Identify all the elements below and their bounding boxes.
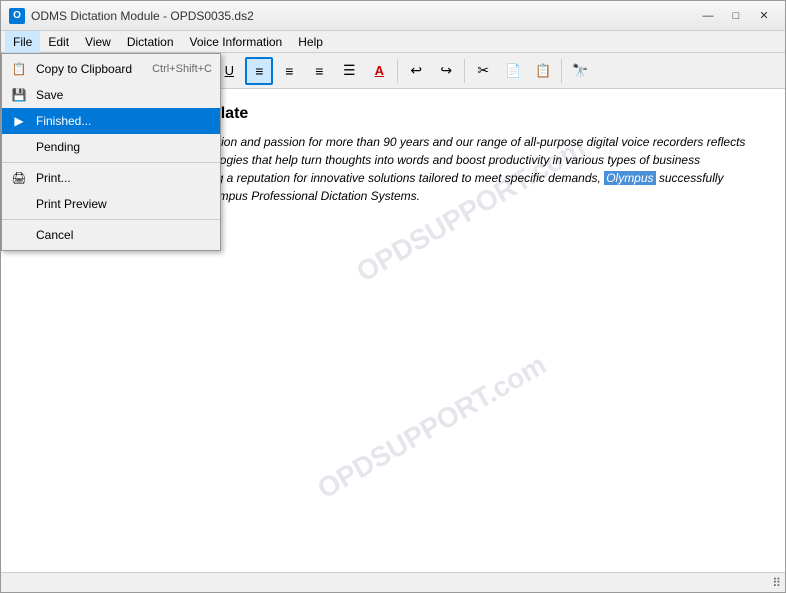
menu-bar: File Edit View Dictation Voice Informati… (1, 31, 785, 53)
file-dropdown-menu: 📋 Copy to Clipboard Ctrl+Shift+C 💾 Save … (1, 53, 221, 251)
redo-button[interactable]: ↪ (432, 57, 460, 85)
menu-save[interactable]: 💾 Save (2, 82, 220, 108)
menu-dictation[interactable]: Dictation (119, 31, 182, 53)
cut-button[interactable]: ✂ (469, 57, 497, 85)
finished-icon: ▶ (10, 112, 28, 130)
print-preview-icon (10, 195, 28, 213)
menu-separator-1 (2, 162, 220, 163)
undo-button[interactable]: ↩ (402, 57, 430, 85)
window-title: ODMS Dictation Module - OPDS0035.ds2 (31, 9, 254, 23)
copy-button[interactable]: 📄 (499, 57, 527, 85)
align-center-button[interactable]: ≡ (275, 57, 303, 85)
menu-help[interactable]: Help (290, 31, 331, 53)
minimize-button[interactable]: — (695, 6, 721, 26)
watermark-bottom: OPDSUPPORT.com (312, 349, 552, 506)
copy-clipboard-icon: 📋 (10, 60, 28, 78)
cancel-icon (10, 226, 28, 244)
menu-copy-clipboard[interactable]: 📋 Copy to Clipboard Ctrl+Shift+C (2, 56, 220, 82)
status-bar: ⠿ (1, 572, 785, 592)
align-right-button[interactable]: ≡ (305, 57, 333, 85)
title-bar-left: O ODMS Dictation Module - OPDS0035.ds2 (9, 8, 254, 24)
menu-pending[interactable]: Pending (2, 134, 220, 160)
paste-button[interactable]: 📋 (529, 57, 557, 85)
menu-file[interactable]: File (5, 31, 40, 53)
maximize-button[interactable]: □ (723, 6, 749, 26)
font-color-button[interactable]: A (365, 57, 393, 85)
title-controls: — □ ✕ (695, 6, 777, 26)
title-bar: O ODMS Dictation Module - OPDS0035.ds2 —… (1, 1, 785, 31)
close-button[interactable]: ✕ (751, 6, 777, 26)
align-left-button[interactable]: ≡ (245, 57, 273, 85)
menu-print-preview[interactable]: Print Preview (2, 191, 220, 217)
menu-cancel[interactable]: Cancel (2, 222, 220, 248)
highlighted-word: Olympus (604, 171, 655, 185)
menu-voice-information[interactable]: Voice Information (182, 31, 291, 53)
menu-separator-2 (2, 219, 220, 220)
menu-print[interactable]: 🖨 Print... (2, 165, 220, 191)
menu-edit[interactable]: Edit (40, 31, 77, 53)
resize-grip: ⠿ (772, 576, 781, 590)
main-window: O ODMS Dictation Module - OPDS0035.ds2 —… (0, 0, 786, 593)
toolbar-sep-5 (561, 59, 562, 83)
pending-icon (10, 138, 28, 156)
save-icon: 💾 (10, 86, 28, 104)
toolbar-sep-3 (397, 59, 398, 83)
print-icon: 🖨 (10, 169, 28, 187)
app-icon: O (9, 8, 25, 24)
find-button[interactable]: 🔭 (566, 57, 594, 85)
menu-finished[interactable]: ▶ Finished... (2, 108, 220, 134)
toolbar-sep-4 (464, 59, 465, 83)
menu-view[interactable]: View (77, 31, 119, 53)
list-button[interactable]: ☰ (335, 57, 363, 85)
